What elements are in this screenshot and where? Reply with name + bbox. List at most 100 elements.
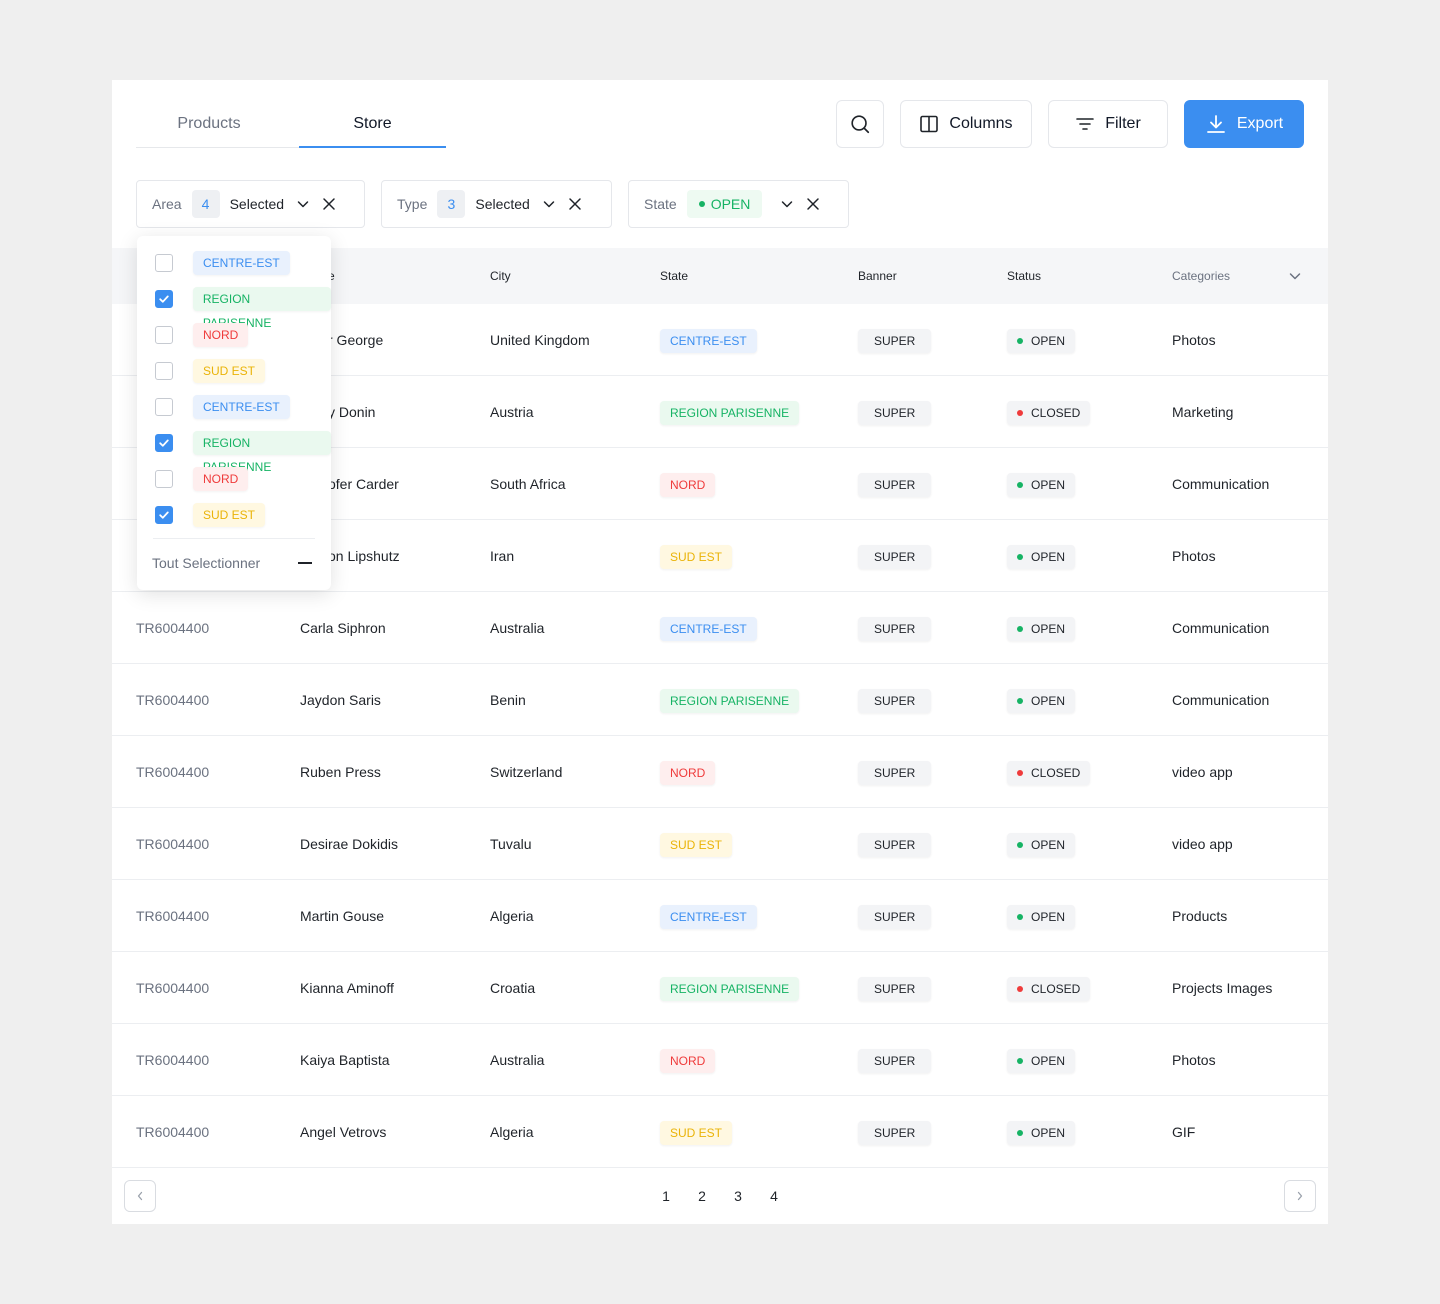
- page-1[interactable]: 1: [648, 1188, 684, 1204]
- store-category: video app: [1172, 836, 1233, 852]
- area-option[interactable]: REGION PARISENNE: [155, 287, 331, 330]
- checkbox[interactable]: [155, 362, 173, 380]
- search-icon: [851, 115, 870, 134]
- status-text: OPEN: [1031, 910, 1066, 925]
- banner-tag: SUPER: [858, 617, 932, 642]
- checkbox[interactable]: [155, 326, 173, 344]
- close-icon[interactable]: [322, 197, 336, 211]
- checkbox-checked[interactable]: [155, 506, 173, 524]
- banner-cell: SUPER: [858, 736, 932, 808]
- area-filter[interactable]: Area 4 Selected: [136, 180, 365, 228]
- table-row[interactable]: TR6004400 Jaydon Saris Benin REGION PARISEN…: [112, 664, 1328, 736]
- columns-button[interactable]: Columns: [900, 100, 1032, 148]
- table-row[interactable]: TR6004400 Carla Siphron Australia CENTRE-ES…: [112, 592, 1328, 664]
- state-filter-value: OPEN: [686, 190, 763, 218]
- checkbox[interactable]: [155, 254, 173, 272]
- area-filter-label: Area: [152, 196, 182, 212]
- checkbox-checked[interactable]: [155, 290, 173, 308]
- search-button[interactable]: [836, 100, 884, 148]
- status-dot: [1017, 1058, 1023, 1065]
- store-city: Algeria: [490, 908, 534, 924]
- area-option-tag: CENTRE-EST: [193, 251, 290, 275]
- area-filter-count: 4: [191, 190, 220, 218]
- area-option[interactable]: NORD: [155, 323, 249, 347]
- chevron-down-icon[interactable]: [1288, 248, 1302, 304]
- banner-tag: SUPER: [858, 473, 932, 498]
- checkbox[interactable]: [155, 470, 173, 488]
- page-numbers: 1 2 3 4: [648, 1168, 792, 1224]
- area-option[interactable]: CENTRE-EST: [155, 251, 290, 275]
- next-page-button[interactable]: [1284, 1180, 1316, 1212]
- state-filter[interactable]: State OPEN: [628, 180, 849, 228]
- status-badge: OPEN: [1007, 833, 1076, 858]
- store-category: Communication: [1172, 692, 1270, 708]
- store-name: Kaiya Baptista: [300, 1052, 390, 1068]
- table-row[interactable]: TR6004400 Kianna Aminoff Croatia REGION PAR…: [112, 952, 1328, 1024]
- state-cell: CENTRE-EST: [660, 880, 757, 952]
- area-option[interactable]: REGION PARISENNE: [155, 431, 331, 474]
- column-header-status[interactable]: Status: [1007, 248, 1041, 304]
- status-badge: CLOSED: [1007, 977, 1091, 1002]
- status-text: OPEN: [1031, 694, 1066, 709]
- close-icon[interactable]: [568, 197, 582, 211]
- chevron-down-icon[interactable]: [780, 197, 794, 211]
- chevron-down-icon[interactable]: [542, 197, 556, 211]
- store-city: Australia: [490, 620, 545, 636]
- area-option-tag: CENTRE-EST: [193, 395, 290, 419]
- store-name: y Donin: [328, 404, 376, 420]
- previous-page-button[interactable]: [124, 1180, 156, 1212]
- page-4[interactable]: 4: [756, 1188, 792, 1204]
- store-city: South Africa: [490, 476, 566, 492]
- select-all-label: Tout Selectionner: [152, 555, 261, 571]
- chevron-down-icon[interactable]: [296, 197, 310, 211]
- area-option[interactable]: SUD EST: [155, 503, 266, 527]
- checkbox[interactable]: [155, 398, 173, 416]
- state-cell: NORD: [660, 448, 716, 520]
- state-tag: CENTRE-EST: [660, 905, 757, 930]
- store-category: Photos: [1172, 548, 1216, 564]
- status-dot: [1017, 698, 1023, 705]
- state-cell: CENTRE-EST: [660, 304, 757, 376]
- area-option-tag: NORD: [193, 323, 249, 347]
- status-text: CLOSED: [1031, 982, 1081, 997]
- banner-tag: SUPER: [858, 1121, 932, 1146]
- tab-products[interactable]: Products: [136, 100, 282, 148]
- banner-cell: SUPER: [858, 304, 932, 376]
- select-all-option[interactable]: Tout Selectionner: [152, 552, 316, 574]
- status-text: OPEN: [1031, 1126, 1066, 1141]
- column-header-state[interactable]: State: [660, 248, 688, 304]
- state-cell: CENTRE-EST: [660, 592, 757, 664]
- status-dot: [1017, 1130, 1023, 1137]
- column-header-banner[interactable]: Banner: [858, 248, 897, 304]
- area-option[interactable]: SUD EST: [155, 359, 266, 383]
- column-header-categories[interactable]: Categories: [1172, 248, 1230, 304]
- export-button[interactable]: Export: [1184, 100, 1304, 148]
- page-3[interactable]: 3: [720, 1188, 756, 1204]
- status-text: CLOSED: [1031, 406, 1081, 421]
- state-tag: CENTRE-EST: [660, 329, 757, 354]
- checkbox-checked[interactable]: [155, 434, 173, 452]
- filter-button[interactable]: Filter: [1048, 100, 1168, 148]
- store-category: Communication: [1172, 620, 1270, 636]
- table-row[interactable]: TR6004400 Angel Vetrovs Algeria SUD EST SUPE…: [112, 1096, 1328, 1168]
- table-row[interactable]: TR6004400 Kaiya Baptista Australia NORD SUPE…: [112, 1024, 1328, 1096]
- type-filter[interactable]: Type 3 Selected: [381, 180, 612, 228]
- status-cell: OPEN: [1007, 664, 1076, 736]
- status-text: OPEN: [1031, 478, 1066, 493]
- area-option[interactable]: CENTRE-EST: [155, 395, 290, 419]
- store-code: TR6004400: [136, 1052, 210, 1068]
- status-dot: [1017, 554, 1023, 561]
- table-row[interactable]: TR6004400 Desirae Dokidis Tuvalu SUD EST SUP…: [112, 808, 1328, 880]
- banner-cell: SUPER: [858, 1024, 932, 1096]
- store-city: Switzerland: [490, 764, 563, 780]
- column-header-city[interactable]: City: [490, 248, 511, 304]
- state-cell: SUD EST: [660, 808, 733, 880]
- table-row[interactable]: TR6004400 Martin Gouse Algeria CENTRE-EST SU…: [112, 880, 1328, 952]
- store-name: Desirae Dokidis: [300, 836, 399, 852]
- table-row[interactable]: TR6004400 Ruben Press Switzerland NORD SUPER…: [112, 736, 1328, 808]
- close-icon[interactable]: [806, 197, 820, 211]
- area-option[interactable]: NORD: [155, 467, 249, 491]
- tab-store[interactable]: Store: [299, 100, 446, 148]
- area-dropdown: Tout Selectionner CENTRE-EST REGION PARIS…: [137, 236, 331, 590]
- page-2[interactable]: 2: [684, 1188, 720, 1204]
